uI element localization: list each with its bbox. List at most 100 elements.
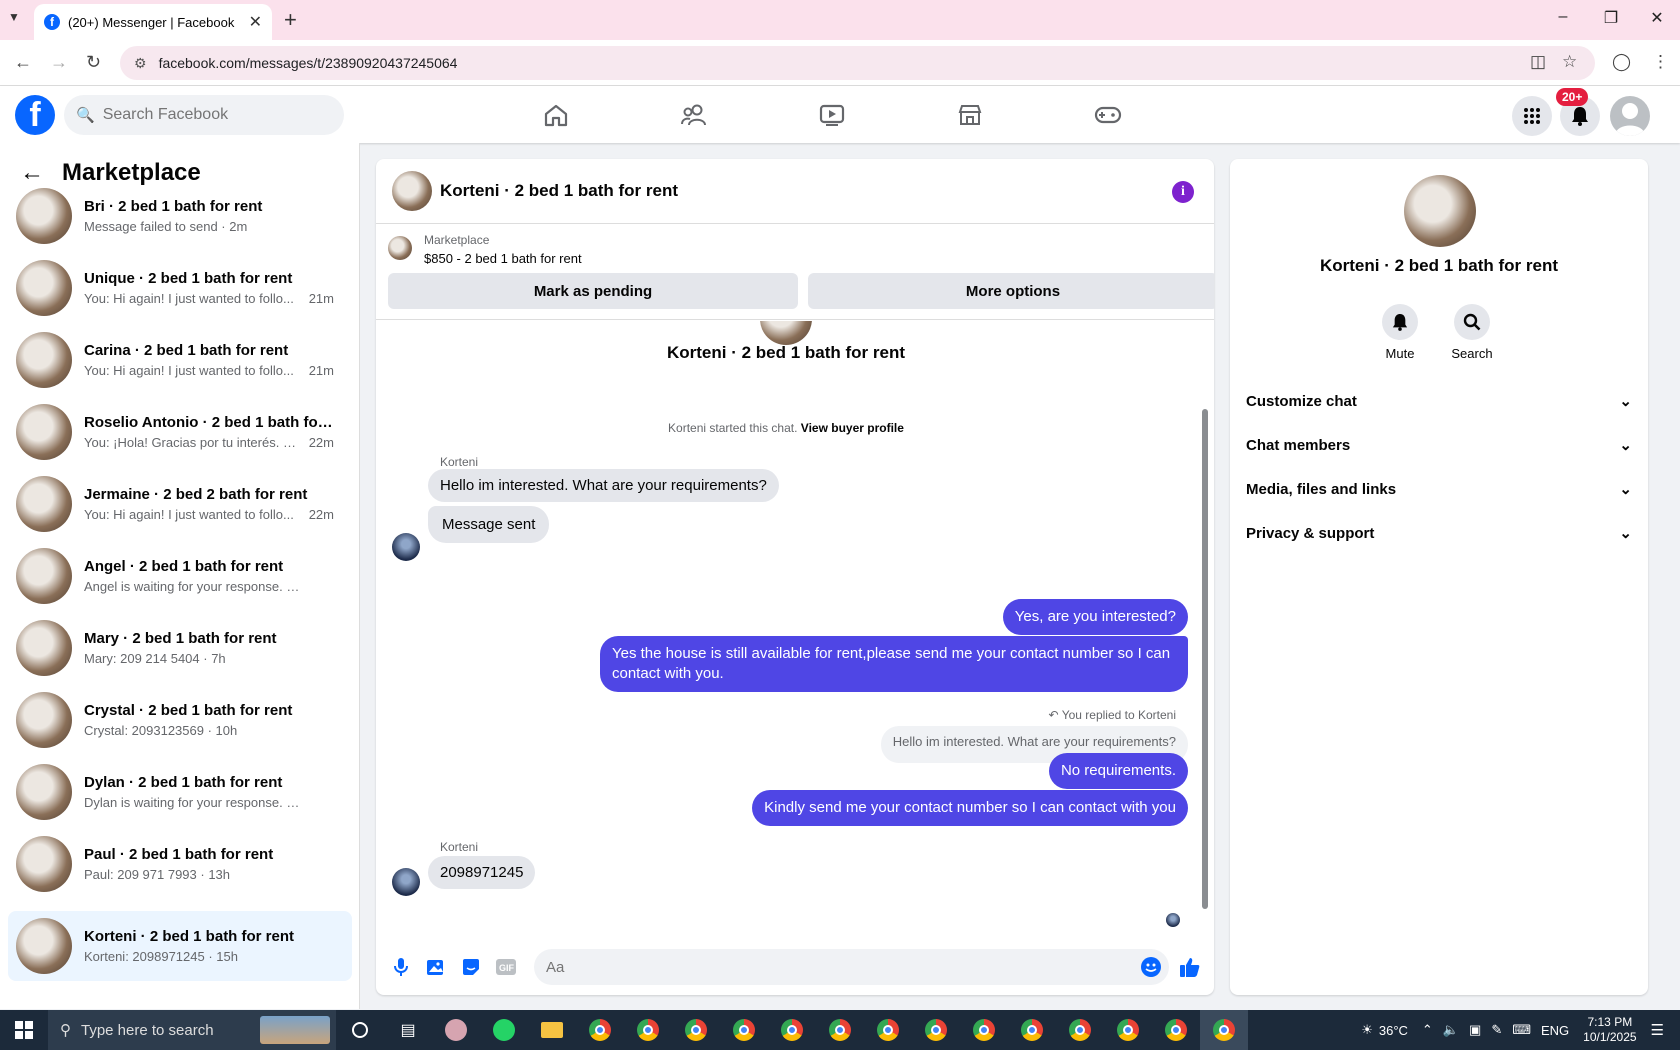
temperature[interactable]: 36°C (1379, 1023, 1408, 1038)
reload-icon[interactable]: ↻ (86, 52, 101, 73)
conversation-item[interactable]: Jermaine · 2 bed 2 bath for rent You: Hi … (8, 471, 352, 537)
chrome-icon[interactable] (624, 1010, 672, 1050)
pen-icon[interactable]: ✎ (1491, 1022, 1502, 1038)
windows-start-icon[interactable] (0, 1010, 48, 1050)
back-arrow-icon[interactable]: ← (14, 52, 32, 73)
cortana-icon[interactable] (336, 1010, 384, 1050)
clock[interactable]: 7:13 PM 10/1/2025 (1583, 1015, 1636, 1045)
mute-button[interactable]: Mute (1360, 304, 1440, 361)
facebook-logo-icon[interactable]: f (15, 95, 55, 135)
weather-icon[interactable]: ☀ (1361, 1022, 1373, 1038)
view-buyer-profile-link[interactable]: View buyer profile (801, 421, 904, 435)
incoming-message[interactable]: Message sent (428, 506, 550, 543)
chrome-icon[interactable] (912, 1010, 960, 1050)
task-view-icon[interactable]: ▤ (384, 1010, 432, 1050)
conversation-item[interactable]: Roselio Antonio · 2 bed 1 bath for ... Yo… (8, 399, 352, 465)
facebook-search[interactable]: 🔍 (64, 95, 344, 135)
conversation-item[interactable]: Paul · 2 bed 1 bath for rent Paul: 209 97… (8, 831, 352, 897)
gif-icon[interactable]: GIF (495, 956, 517, 978)
chrome-icon[interactable] (576, 1010, 624, 1050)
conversation-item[interactable]: Dylan · 2 bed 1 bath for rent Dylan is wa… (8, 759, 352, 825)
chrome-icon[interactable] (816, 1010, 864, 1050)
site-info-icon[interactable]: ⚙ (134, 55, 147, 72)
tray-chevron-icon[interactable]: ⌃ (1422, 1022, 1433, 1038)
conversation-item[interactable]: Angel · 2 bed 1 bath for rent Angel is wa… (8, 543, 352, 609)
friends-nav-icon[interactable] (638, 94, 750, 136)
search-conversation-button[interactable]: Search (1432, 304, 1512, 361)
browser-tab[interactable]: f (20+) Messenger | Facebook ✕ (34, 4, 272, 40)
chat-title[interactable]: Korteni · 2 bed 1 bath for rent (440, 181, 678, 201)
conversation-item[interactable]: Crystal · 2 bed 1 bath for rent Crystal: … (8, 687, 352, 753)
volume-icon[interactable]: 🔈 (1443, 1022, 1459, 1038)
gaming-nav-icon[interactable] (1052, 94, 1164, 136)
outgoing-message[interactable]: No requirements. (1048, 753, 1188, 789)
close-tab-icon[interactable]: ✕ (249, 12, 262, 32)
conversation-item[interactable]: Unique · 2 bed 1 bath for rent You: Hi ag… (8, 255, 352, 321)
network-icon[interactable]: ▣ (1469, 1022, 1481, 1038)
customize-chat-row[interactable]: Customize chat ⌄ (1246, 381, 1632, 421)
taskbar-search-placeholder: Type here to search (81, 1021, 214, 1039)
taskbar-search[interactable]: ⚲ Type here to search (48, 1010, 336, 1050)
bookmark-star-icon[interactable]: ☆ (1562, 52, 1577, 72)
conversation-item[interactable]: Bri · 2 bed 1 bath for rent Message faile… (8, 183, 352, 249)
conversation-item-active[interactable]: Korteni · 2 bed 1 bath for rent Korteni: … (8, 911, 352, 981)
sender-avatar[interactable] (392, 533, 420, 561)
outgoing-message[interactable]: Kindly send me your contact number so I … (752, 790, 1188, 826)
chrome-icon[interactable] (864, 1010, 912, 1050)
chrome-icon[interactable] (960, 1010, 1008, 1050)
microphone-icon[interactable] (390, 956, 412, 978)
new-tab-icon[interactable]: + (284, 7, 297, 33)
conversation-item[interactable]: Mary · 2 bed 1 bath for rent Mary: 209 21… (8, 615, 352, 681)
incoming-message[interactable]: 2098971245 (428, 856, 536, 889)
restore-icon[interactable]: ❐ (1596, 8, 1626, 28)
home-nav-icon[interactable] (500, 94, 612, 136)
file-explorer-icon[interactable] (528, 1010, 576, 1050)
chrome-icon[interactable] (1104, 1010, 1152, 1050)
url-field[interactable]: ⚙ facebook.com/messages/t/23890920437245… (120, 46, 1595, 80)
minimize-icon[interactable]: – (1548, 8, 1578, 26)
video-nav-icon[interactable] (776, 94, 888, 136)
chrome-icon-active[interactable] (1200, 1010, 1248, 1050)
close-window-icon[interactable]: ✕ (1642, 8, 1672, 28)
forward-arrow-icon[interactable]: → (50, 52, 68, 73)
privacy-support-row[interactable]: Privacy & support ⌄ (1246, 513, 1632, 553)
message-input[interactable] (546, 958, 1106, 976)
sender-avatar[interactable] (392, 868, 420, 896)
like-thumbs-up-icon[interactable] (1179, 956, 1201, 978)
chrome-icon[interactable] (1056, 1010, 1104, 1050)
incoming-message[interactable]: Hello im interested. What are your requi… (428, 469, 779, 502)
emoji-icon[interactable] (1141, 957, 1161, 977)
app-icon[interactable] (432, 1010, 480, 1050)
browser-menu-icon[interactable]: ⋮ (1652, 52, 1669, 72)
chat-scrollbar[interactable] (1202, 409, 1208, 909)
conversation-item[interactable]: Carina · 2 bed 1 bath for rent You: Hi ag… (8, 327, 352, 393)
info-icon[interactable]: i (1172, 181, 1194, 203)
chrome-icon[interactable] (1008, 1010, 1056, 1050)
profile-icon[interactable]: ◯ (1612, 52, 1631, 72)
sticker-icon[interactable] (460, 956, 482, 978)
outgoing-message[interactable]: Yes, are you interested? (1002, 599, 1188, 635)
tab-search-chevron-icon[interactable]: ▼ (8, 10, 20, 24)
keyboard-icon[interactable]: ⌨ (1512, 1022, 1531, 1038)
media-files-links-row[interactable]: Media, files and links ⌄ (1246, 469, 1632, 509)
notification-center-icon[interactable]: ☰ (1651, 1021, 1664, 1039)
photo-icon[interactable] (425, 956, 447, 978)
install-app-icon[interactable]: ◫ (1530, 52, 1546, 72)
outgoing-message[interactable]: Yes the house is still available for ren… (600, 636, 1188, 692)
marketplace-nav-icon[interactable] (914, 94, 1026, 136)
account-avatar[interactable] (1610, 96, 1650, 136)
chrome-icon[interactable] (672, 1010, 720, 1050)
chat-members-row[interactable]: Chat members ⌄ (1246, 425, 1632, 465)
chat-avatar[interactable] (392, 171, 432, 211)
whatsapp-icon[interactable] (480, 1010, 528, 1050)
language-indicator[interactable]: ENG (1541, 1023, 1569, 1038)
chat-info-avatar[interactable] (1404, 175, 1476, 247)
listing-price[interactable]: $850 - 2 bed 1 bath for rent (424, 251, 582, 266)
more-options-button[interactable]: More options (808, 273, 1214, 309)
chrome-icon[interactable] (720, 1010, 768, 1050)
chrome-icon[interactable] (768, 1010, 816, 1050)
search-input[interactable] (102, 106, 323, 124)
chrome-icon[interactable] (1152, 1010, 1200, 1050)
mark-as-pending-button[interactable]: Mark as pending (388, 273, 798, 309)
menu-grid-icon[interactable] (1512, 96, 1552, 136)
